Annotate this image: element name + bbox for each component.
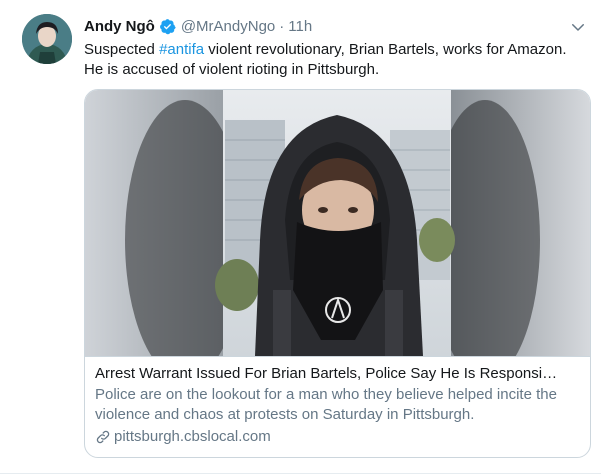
avatar[interactable] <box>22 14 72 64</box>
tweet-text-start: Suspected <box>84 41 160 58</box>
hashtag-link[interactable]: #antifa <box>159 41 204 58</box>
card-domain-text: pittsburgh.cbslocal.com <box>114 428 271 445</box>
separator-dot: · <box>279 17 285 35</box>
card-image[interactable] <box>85 90 590 356</box>
link-icon <box>96 430 110 444</box>
author-handle[interactable]: @MrAndyNgo <box>181 18 275 35</box>
card-photo <box>85 90 590 356</box>
tweet-timestamp[interactable]: 11h <box>288 18 312 35</box>
card-description: Police are on the lookout for a man who … <box>95 386 557 423</box>
card-title[interactable]: Arrest Warrant Issued For Brian Bartels,… <box>95 364 580 384</box>
tweet-actions-bar <box>84 462 584 474</box>
card-domain[interactable]: pittsburgh.cbslocal.com <box>95 427 580 447</box>
link-card[interactable]: Arrest Warrant Issued For Brian Bartels,… <box>84 89 591 458</box>
chevron-down-icon[interactable] <box>569 18 587 36</box>
avatar-illustration <box>22 14 72 64</box>
tweet-header: Andy Ngô @MrAndyNgo · 11h <box>84 16 312 36</box>
verified-badge-icon <box>159 18 176 34</box>
tweet-text: Suspected #antifa violent revolutionary,… <box>84 40 584 80</box>
author-name[interactable]: Andy Ngô <box>84 18 155 35</box>
tweet[interactable]: Andy Ngô @MrAndyNgo · 11h Suspected #ant… <box>0 0 601 474</box>
card-body[interactable]: Arrest Warrant Issued For Brian Bartels,… <box>85 356 590 457</box>
